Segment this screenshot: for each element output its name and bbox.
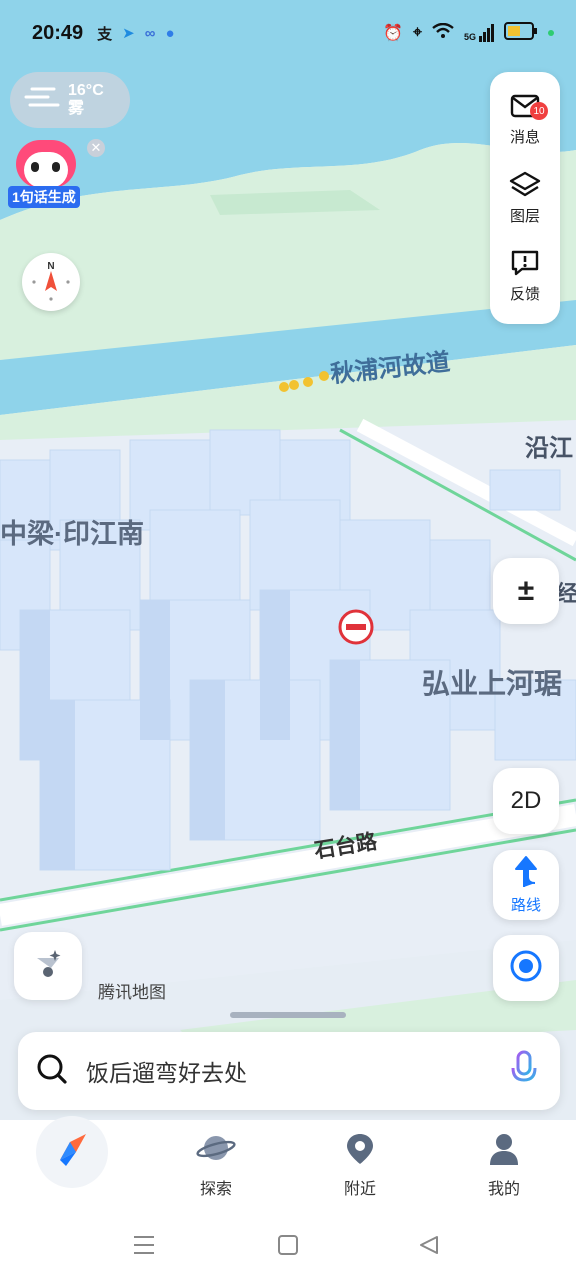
home-square-icon[interactable] [277, 1234, 299, 1261]
weather-temperature: 16°C [68, 82, 104, 99]
right-tool-panel: 10 消息 图层 反馈 [490, 72, 560, 324]
mascot-avatar-icon [16, 140, 76, 188]
nav-home-button[interactable] [36, 1116, 108, 1188]
system-nav-bar [0, 1212, 576, 1280]
weather-widget[interactable]: 16°C 雾 [10, 72, 130, 128]
ai-assistant-button[interactable] [14, 932, 82, 1000]
close-mascot-icon[interactable]: ✕ [87, 139, 105, 157]
svg-text:N: N [47, 261, 54, 272]
app-icon: ● [165, 24, 175, 42]
messages-label: 消息 [509, 128, 540, 146]
planet-icon [196, 1132, 236, 1169]
back-triangle-icon[interactable] [418, 1234, 440, 1261]
user-icon [487, 1132, 521, 1171]
compass-icon: N [22, 261, 80, 315]
sparkle-icon [31, 948, 65, 985]
compass-button[interactable]: N [22, 253, 80, 311]
search-input[interactable]: 饭后遛弯好去处 [86, 1054, 247, 1088]
signal-type: 5G [463, 32, 476, 42]
map-label-road-right-edge: 经 [556, 581, 576, 606]
wifi-icon [432, 22, 454, 44]
route-button[interactable]: 路线 [493, 850, 559, 920]
mascot-widget[interactable]: 1句话生成 [8, 140, 82, 210]
map-label-district-right: 弘业上河琚 [422, 668, 563, 699]
nav-nearby-label: 附近 [343, 1181, 376, 1198]
messages-button[interactable]: 10 消息 [490, 84, 560, 156]
layers-button[interactable]: 图层 [490, 162, 560, 234]
nav-nearby[interactable]: 附近 [320, 1132, 400, 1202]
fog-icon [24, 83, 64, 118]
menu-icon[interactable] [133, 1234, 155, 1261]
feedback-label: 反馈 [509, 285, 540, 303]
zoom-button[interactable]: ± [493, 558, 559, 624]
status-time: 20:49 [32, 21, 84, 44]
nav-explore-label: 探索 [199, 1181, 232, 1198]
brand-label: 腾讯地图 [98, 983, 166, 1002]
status-bar: 20:49 支 ➤ ∞ ● ⏰ ⌖ 5G [0, 0, 576, 66]
feedback-button[interactable]: 反馈 [490, 240, 560, 312]
messages-badge: 10 [530, 102, 548, 120]
locate-button[interactable] [493, 935, 559, 1001]
location-icon: ⌖ [412, 24, 422, 41]
map-label-district-left: 中梁·印江南 [0, 519, 144, 549]
nav-mine-label: 我的 [487, 1181, 520, 1198]
view-mode-button[interactable]: 2D [493, 768, 559, 834]
route-arrow-icon [511, 855, 541, 894]
route-label: 路线 [510, 897, 541, 914]
zoom-label: ± [517, 574, 535, 607]
battery-icon [504, 21, 538, 45]
search-bar[interactable]: 饭后遛弯好去处 [18, 1032, 560, 1110]
weather-condition: 雾 [68, 100, 85, 117]
charging-dot-icon [548, 30, 554, 36]
microphone-icon[interactable] [510, 1050, 538, 1093]
mascot-label: 1句话生成 [8, 186, 80, 208]
link-icon: ∞ [144, 24, 156, 42]
search-icon [36, 1053, 68, 1090]
layers-label: 图层 [509, 207, 540, 225]
bottom-nav: 探索 附近 我的 [0, 1116, 576, 1212]
telegram-icon: ➤ [122, 25, 135, 42]
layers-icon [509, 171, 541, 203]
feedback-icon [510, 249, 540, 281]
zhifubao-icon: 支 [97, 25, 113, 43]
nav-explore[interactable]: 探索 [176, 1132, 256, 1202]
signal-icon: 5G [464, 24, 494, 42]
map-pin-icon [343, 1132, 377, 1171]
sheet-drag-handle[interactable] [230, 1012, 346, 1018]
compass-logo-icon [52, 1130, 92, 1175]
nav-mine[interactable]: 我的 [464, 1132, 544, 1202]
alarm-icon: ⏰ [383, 25, 403, 42]
locate-icon [509, 949, 543, 988]
view-mode-label: 2D [510, 787, 542, 814]
map-label-road-top-right: 沿江 [525, 435, 573, 462]
